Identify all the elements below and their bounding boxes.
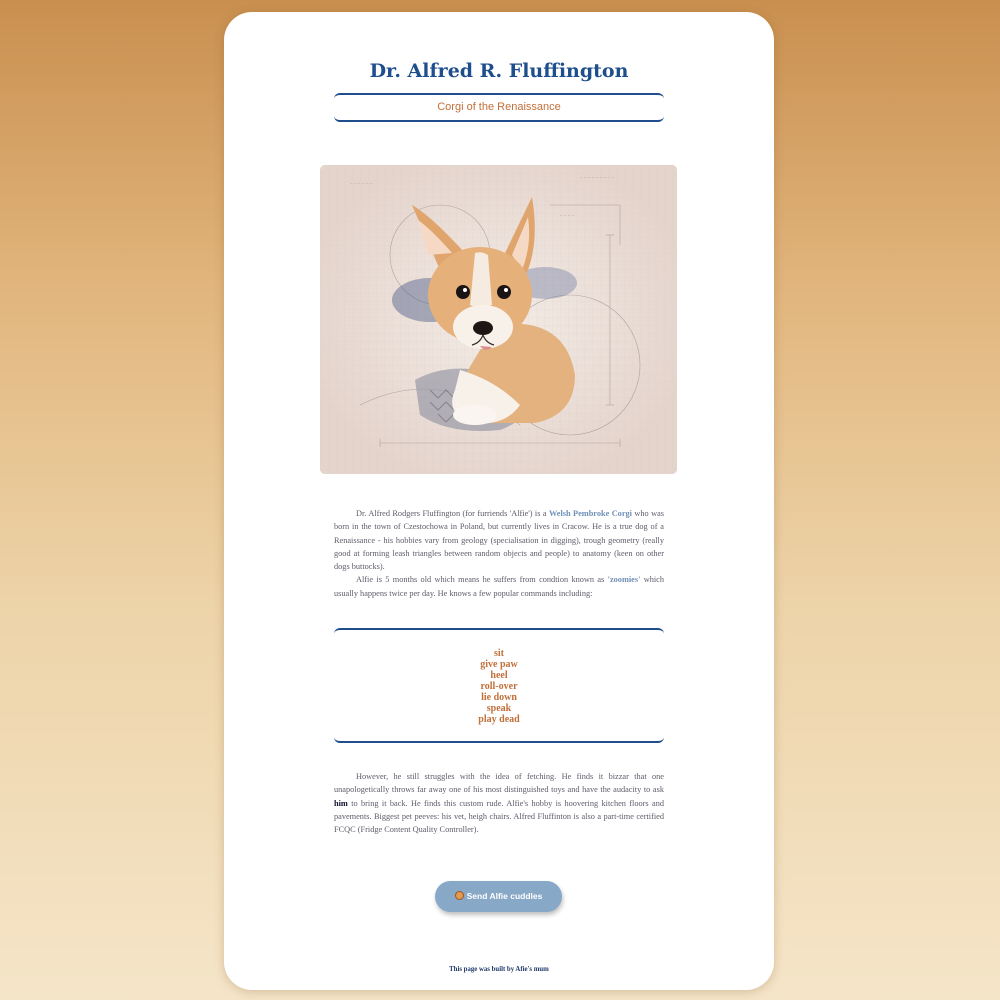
command-item: sit	[494, 648, 504, 659]
subtitle-text: Corgi of the Renaissance	[437, 101, 561, 113]
command-item: play dead	[478, 714, 520, 725]
zoomies-highlight: 'zoomies'	[607, 575, 641, 585]
outro-text: However, he still struggles with the ide…	[334, 770, 664, 836]
send-cuddles-button[interactable]: Send Alfie cuddles	[435, 881, 562, 912]
breed-link[interactable]: Welsh Pembroke Corgi	[549, 509, 632, 518]
subtitle-banner: Corgi of the Renaissance	[334, 93, 664, 122]
page-title: Dr. Alfred R. Fluffington	[369, 60, 629, 82]
commands-list: sit give paw heel roll-over lie down spe…	[334, 648, 664, 725]
command-item: roll-over	[480, 681, 518, 692]
intro-paragraph-2: Alfie is 5 months old which means he suf…	[334, 575, 664, 598]
profile-card: Dr. Alfred R. Fluffington Corgi of the R…	[224, 12, 774, 990]
outro-paragraph: However, he still struggles with the ide…	[334, 772, 664, 835]
command-item: give paw	[480, 659, 518, 670]
him-emphasis: him	[334, 798, 348, 808]
command-item: lie down	[481, 692, 517, 703]
command-item: heel	[490, 670, 508, 681]
footer-credit: This page was built by Afie's mum	[449, 966, 549, 973]
svg-text:~ ~ ~ ~ ~ ~ ~ ~ ~: ~ ~ ~ ~ ~ ~ ~ ~ ~	[580, 176, 615, 181]
intro-paragraph-1: Dr. Alfred Rodgers Fluffington (for furr…	[334, 509, 664, 572]
svg-text:~ ~ ~ ~ ~ ~: ~ ~ ~ ~ ~ ~	[350, 182, 373, 187]
star-struck-emoji-icon	[454, 891, 464, 900]
corgi-portrait-image: ~ ~ ~ ~ ~ ~ ~ ~ ~ ~ ~ ~ ~ ~ ~ ~ ~ ~ ~	[320, 165, 677, 474]
svg-text:~ ~ ~ ~: ~ ~ ~ ~	[560, 214, 575, 219]
intro-text: Dr. Alfred Rodgers Fluffington (for furr…	[334, 507, 664, 600]
commands-box: sit give paw heel roll-over lie down spe…	[334, 628, 664, 743]
command-item: speak	[486, 703, 512, 714]
send-cuddles-label: Send Alfie cuddles	[466, 891, 543, 901]
